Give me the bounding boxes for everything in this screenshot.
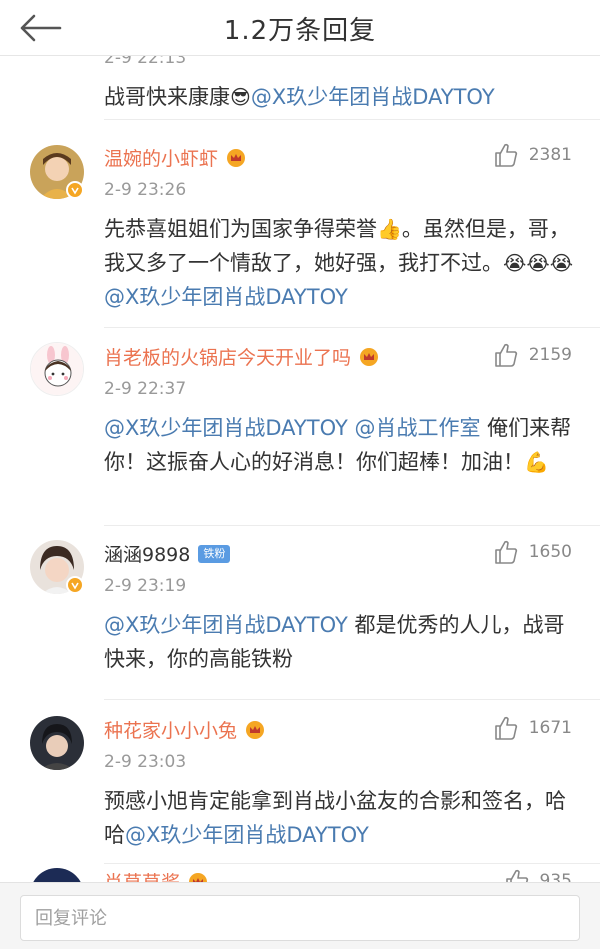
comment-text: 战哥快来康康😎@X玖少年团肖战DAYTOY	[104, 80, 574, 114]
comment-text: 先恭喜姐姐们为国家争得荣誉👍。虽然但是，哥，我又多了一个情敌了，她好强，我打不过…	[104, 212, 574, 314]
header-bar: 1.2万条回复	[0, 0, 600, 56]
like-button[interactable]: 2381	[493, 142, 572, 168]
comment-item: 肖老板的火锅店今天开业了吗 2159 2-9 22:37 @X玖少年团肖战DAY…	[0, 328, 600, 526]
crown-badge-icon	[360, 347, 379, 366]
thumbs-up-icon	[494, 143, 517, 167]
comment-time: 2-9 22:37	[104, 379, 187, 399]
comment-item: 2-9 22:13 战哥快来康康😎@X玖少年团肖战DAYTOY	[0, 56, 600, 120]
crown-badge-icon	[227, 148, 246, 167]
thumbs-up-icon	[505, 869, 528, 882]
like-button[interactable]: 1671	[493, 715, 572, 741]
like-count: 2381	[528, 145, 572, 165]
username[interactable]: 种花家小小小兔	[104, 716, 265, 743]
comment-body: 先恭喜姐姐们为国家争得荣誉	[104, 217, 377, 241]
like-button[interactable]: 935	[504, 868, 572, 882]
like-count: 1671	[528, 718, 572, 738]
like-button[interactable]: 1650	[493, 539, 572, 565]
crying-emoji-icon: 😭😭😭	[503, 251, 574, 275]
comment-time: 2-9 23:19	[104, 576, 187, 596]
mention-link[interactable]: @X玖少年团肖战DAYTOY	[251, 85, 495, 109]
mention-link[interactable]: @X玖少年团肖战DAYTOY	[125, 823, 369, 847]
verified-badge-icon	[66, 181, 84, 199]
fan-badge: 铁粉	[198, 544, 231, 563]
comment-text: 预感小旭肯定能拿到肖战小盆友的合影和签名，哈哈@X玖少年团肖战DAYTOY	[104, 784, 574, 852]
comment-text: @X玖少年团肖战DAYTOY 都是优秀的人儿，战哥快来，你的高能铁粉	[104, 608, 574, 676]
avatar[interactable]	[30, 868, 84, 882]
thumbs-up-emoji-icon: 👍	[377, 217, 402, 241]
username-label: 种花家小小小兔	[104, 720, 238, 742]
username[interactable]: 肖老板的火锅店今天开业了吗	[104, 343, 379, 370]
crown-badge-icon	[189, 872, 208, 882]
comment-item: 种花家小小小兔 1671 2-9 23:03 预感小旭肯定能拿到肖战小盆友的合影…	[0, 700, 600, 864]
page-title: 1.2万条回复	[223, 16, 377, 46]
mention-link[interactable]: @X玖少年团肖战DAYTOY	[104, 416, 348, 440]
crown-badge-icon	[246, 720, 265, 739]
reply-bar	[0, 882, 600, 949]
comment-body: 战哥快来康康	[104, 85, 230, 109]
like-count: 1650	[528, 542, 572, 562]
mention-link[interactable]: @肖战工作室	[354, 416, 480, 440]
comment-time: 2-9 23:03	[104, 752, 187, 772]
avatar[interactable]	[30, 342, 84, 396]
comment-time: 2-9 22:13	[104, 56, 187, 68]
username-label: 涵涵9898	[104, 544, 191, 566]
thumbs-up-icon	[494, 716, 517, 740]
like-count: 2159	[528, 345, 572, 365]
comment-time: 2-9 23:26	[104, 180, 187, 200]
mention-link[interactable]: @X玖少年团肖战DAYTOY	[104, 285, 348, 309]
comment-list[interactable]: 2-9 22:13 战哥快来康康😎@X玖少年团肖战DAYTOY 温婉的小虾虾 2…	[0, 56, 600, 882]
username[interactable]: 温婉的小虾虾	[104, 144, 246, 171]
username-label: 肖草草酱	[104, 868, 180, 882]
username-label: 温婉的小虾虾	[104, 148, 219, 170]
flexed-biceps-emoji-icon: 💪	[524, 450, 549, 474]
comment-item: 肖草草酱 935	[0, 864, 600, 882]
username[interactable]: 肖草草酱	[104, 868, 208, 882]
verified-badge-icon	[66, 576, 84, 594]
username[interactable]: 涵涵9898 铁粉	[104, 540, 231, 567]
thumbs-up-icon	[494, 343, 517, 367]
avatar[interactable]	[30, 716, 84, 770]
cool-emoji-icon: 😎	[230, 85, 251, 109]
mention-link[interactable]: @X玖少年团肖战DAYTOY	[104, 613, 348, 637]
thumbs-up-icon	[494, 540, 517, 564]
reply-input[interactable]	[20, 895, 580, 941]
like-count: 935	[539, 871, 572, 882]
comment-text: @X玖少年团肖战DAYTOY @肖战工作室 俺们来帮你！这振奋人心的好消息！你们…	[104, 411, 574, 479]
username-label: 肖老板的火锅店今天开业了吗	[104, 347, 352, 369]
comment-item: 涵涵9898 铁粉 1650 2-9 23:19 @X玖少年团肖战DAYTOY …	[0, 526, 600, 700]
comment-item: 温婉的小虾虾 2381 2-9 23:26 先恭喜姐姐们为国家争得荣誉👍。虽然但…	[0, 120, 600, 328]
like-button[interactable]: 2159	[493, 342, 572, 368]
